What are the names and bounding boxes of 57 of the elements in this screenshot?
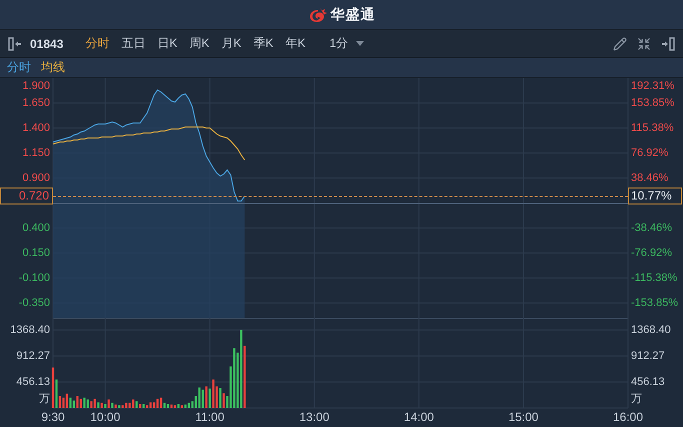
pencil-icon (613, 36, 627, 50)
axis-label: 912.27 (16, 350, 50, 362)
axis-label: 1368.40 (631, 324, 671, 336)
axis-label: 115.38% (631, 122, 674, 134)
period-tab[interactable]: 日K (151, 35, 184, 52)
stock-code: 01843 (30, 36, 64, 50)
collapse-left-icon (8, 36, 22, 50)
axis-label: 0.900 (22, 172, 50, 184)
period-tab[interactable]: 五日 (115, 35, 152, 52)
unit-label: 万 (39, 392, 50, 405)
period-tab[interactable]: 年K (279, 35, 312, 52)
axis-label: 0.400 (22, 222, 50, 234)
axis-label: -153.85% (631, 296, 678, 309)
pencil-button[interactable] (613, 36, 627, 50)
collapse-left-button[interactable] (8, 36, 22, 50)
axis-label: 192.31% (631, 80, 674, 92)
time-label: 13:00 (299, 410, 330, 424)
axis-label: -38.46% (631, 222, 672, 234)
logo-icon (308, 6, 328, 22)
caret-icon (356, 41, 364, 46)
axis-label: 76.92% (631, 146, 668, 159)
axis-label: 1.400 (22, 122, 50, 134)
collapse-right-button[interactable] (661, 36, 675, 50)
axis-label: -115.38% (631, 272, 678, 284)
current-change-tag: 10.77% (628, 188, 682, 204)
current-price-tag: 0.720 (0, 188, 53, 204)
time-label: 11:00 (195, 410, 224, 424)
shrink-button[interactable] (637, 36, 651, 50)
axis-label: 1.650 (22, 96, 50, 109)
interval-dropdown[interactable]: 1分 (325, 35, 368, 52)
time-label: 14:00 (404, 410, 434, 424)
axis-label: 456.13 (631, 376, 665, 388)
time-label: 15:00 (508, 410, 538, 424)
axis-label: 912.27 (631, 350, 665, 362)
axis-label: 0.150 (22, 246, 50, 259)
time-label: 10:00 (90, 410, 120, 424)
period-tab[interactable]: 分时 (79, 35, 116, 52)
axis-label: 456.13 (16, 376, 50, 388)
period-tab[interactable]: 月K (215, 35, 248, 52)
axis-label: -76.92% (631, 246, 672, 259)
time-label: 9:30 (41, 410, 65, 424)
legend-label: 均线 (41, 59, 65, 76)
shrink-icon (637, 36, 651, 50)
axis-label: 153.85% (631, 96, 674, 109)
axis-label: 1.150 (22, 146, 50, 159)
legend-label: 分时 (7, 59, 31, 76)
axis-label: 1.900 (22, 80, 50, 92)
period-tab[interactable]: 周K (183, 35, 216, 52)
collapse-right-icon (661, 36, 675, 50)
unit-label: 万 (631, 392, 642, 405)
period-tab[interactable]: 季K (247, 35, 280, 52)
axis-label: 1368.40 (10, 324, 50, 336)
axis-label: -0.100 (18, 272, 50, 284)
logo-text: 华盛通 (330, 6, 376, 24)
axis-label: -0.350 (18, 296, 50, 309)
axis-label: 38.46% (631, 172, 668, 184)
time-label: 16:00 (612, 410, 644, 424)
